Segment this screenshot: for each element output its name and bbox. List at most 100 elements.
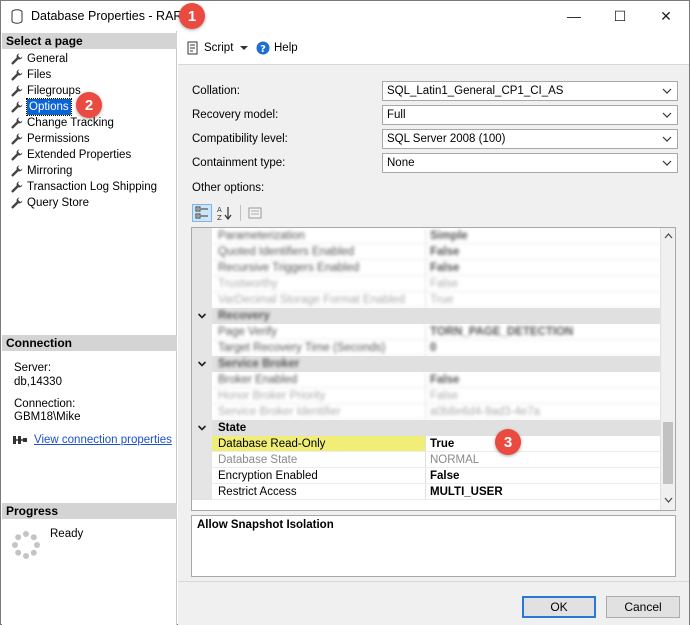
containment-type-select[interactable]: None: [382, 153, 678, 173]
page-item-transaction-log-shipping[interactable]: Transaction Log Shipping: [2, 179, 177, 195]
script-button[interactable]: Script: [186, 41, 249, 55]
grid-property-name: Broker Enabled: [212, 372, 426, 388]
grid-row-margin: [192, 324, 212, 340]
grid-property-row[interactable]: Restrict Access MULTI_USER: [192, 484, 661, 500]
view-connection-properties-link[interactable]: View connection properties: [34, 434, 172, 446]
scroll-down-icon[interactable]: [662, 494, 675, 506]
property-pages-icon: [248, 207, 262, 219]
grid-property-value[interactable]: False: [426, 244, 661, 260]
grid-property-row[interactable]: Broker Enabled False: [192, 372, 661, 388]
property-description: Allow Snapshot Isolation: [191, 515, 676, 577]
grid-property-row[interactable]: Recursive Triggers Enabled False: [192, 260, 661, 276]
page-item-label: Change Tracking: [27, 117, 114, 129]
title-bar[interactable]: Database Properties - RAR — ☐ ✕: [1, 1, 689, 31]
grid-category-row[interactable]: Recovery: [192, 308, 661, 324]
grid-property-name: Database Read-Only: [212, 436, 426, 452]
grid-property-value[interactable]: TORN_PAGE_DETECTION: [426, 324, 661, 340]
grid-property-row[interactable]: Quoted Identifiers Enabled False: [192, 244, 661, 260]
property-grid[interactable]: Parameterization Simple Quoted Identifiers…: [191, 227, 676, 511]
grid-row-margin: [192, 308, 212, 324]
grid-property-value[interactable]: False: [426, 388, 661, 404]
page-item-general[interactable]: General: [2, 51, 177, 67]
grid-property-name: Parameterization: [212, 228, 426, 244]
dropdown-arrow-icon[interactable]: [239, 43, 249, 53]
wrench-icon: [11, 53, 23, 65]
containment-label: Containment type:: [192, 157, 286, 169]
vertical-scrollbar[interactable]: [660, 228, 675, 510]
ok-button[interactable]: OK: [522, 596, 596, 618]
grid-category-row[interactable]: State: [192, 420, 661, 436]
page-item-files[interactable]: Files: [2, 67, 177, 83]
minimize-button[interactable]: —: [551, 1, 597, 31]
chevron-down-icon: [662, 136, 672, 142]
sort-alpha-icon: A Z: [217, 206, 232, 221]
database-properties-window: Database Properties - RAR — ☐ ✕ 1 2 3 Se…: [0, 0, 690, 625]
grid-property-row[interactable]: Database State NORMAL: [192, 452, 661, 468]
help-button[interactable]: ? Help: [256, 41, 298, 55]
grid-property-value[interactable]: False: [426, 372, 661, 388]
chevron-down-icon[interactable]: [197, 311, 207, 321]
collation-select[interactable]: SQL_Latin1_General_CP1_CI_AS: [382, 81, 678, 101]
connection-label: Connection:: [14, 398, 76, 410]
maximize-icon: ☐: [613, 7, 627, 24]
page-item-permissions[interactable]: Permissions: [2, 131, 177, 147]
grid-property-row[interactable]: Database Read-Only True: [192, 436, 661, 452]
callout-badge-1: 1: [179, 3, 205, 29]
grid-row-margin: [192, 468, 212, 484]
page-item-query-store[interactable]: Query Store: [2, 195, 177, 211]
grid-property-name: Service Broker Identifier: [212, 404, 426, 420]
compatibility-level-select[interactable]: SQL Server 2008 (100): [382, 129, 678, 149]
svg-text:?: ?: [260, 44, 266, 55]
close-button[interactable]: ✕: [643, 1, 689, 31]
recovery-model-select[interactable]: Full: [382, 105, 678, 125]
grid-property-row[interactable]: Service Broker Identifier a0b8e6d4-9ad3-4…: [192, 404, 661, 420]
grid-property-row[interactable]: VarDecimal Storage Format Enabled True: [192, 292, 661, 308]
page-item-mirroring[interactable]: Mirroring: [2, 163, 177, 179]
collation-label: Collation:: [192, 85, 240, 97]
scrollbar-thumb[interactable]: [663, 422, 673, 484]
grid-property-row[interactable]: Honor Broker Priority False: [192, 388, 661, 404]
chevron-down-icon[interactable]: [197, 359, 207, 369]
grid-property-row[interactable]: Target Recovery Time (Seconds) 0: [192, 340, 661, 356]
grid-property-value[interactable]: True: [426, 292, 661, 308]
grid-property-value[interactable]: False: [426, 468, 661, 484]
grid-property-value[interactable]: MULTI_USER: [426, 484, 661, 500]
grid-property-value[interactable]: NORMAL: [426, 452, 661, 468]
containment-value: None: [387, 157, 415, 169]
grid-property-value[interactable]: True: [426, 436, 661, 452]
categorized-button[interactable]: [192, 204, 212, 222]
alphabetical-button[interactable]: A Z: [214, 204, 234, 222]
grid-property-value[interactable]: a0b8e6d4-9ad3-4e7a: [426, 404, 661, 420]
database-icon: [11, 9, 23, 24]
page-item-label: Files: [27, 69, 52, 81]
wrench-icon: [11, 101, 23, 113]
grid-property-row[interactable]: Trustworthy False: [192, 276, 661, 292]
connection-header: Connection: [2, 335, 177, 351]
grid-property-value[interactable]: False: [426, 276, 661, 292]
chevron-down-icon[interactable]: [197, 423, 207, 433]
grid-category-name: State: [218, 422, 247, 434]
server-label: Server:: [14, 362, 52, 374]
grid-property-value[interactable]: Simple: [426, 228, 661, 244]
grid-property-value[interactable]: False: [426, 260, 661, 276]
page-item-label: Mirroring: [27, 165, 73, 177]
page-item-extended-properties[interactable]: Extended Properties: [2, 147, 177, 163]
scroll-up-icon[interactable]: [662, 230, 675, 242]
grid-property-value[interactable]: 0: [426, 340, 661, 356]
cancel-button[interactable]: Cancel: [606, 596, 680, 618]
recovery-row: Recovery model: Full: [192, 105, 682, 127]
collation-value: SQL_Latin1_General_CP1_CI_AS: [387, 85, 564, 97]
property-pages-button[interactable]: [245, 204, 265, 222]
select-page-header: Select a page: [2, 33, 177, 49]
grid-property-row[interactable]: Parameterization Simple: [192, 228, 661, 244]
wrench-icon: [11, 181, 23, 193]
containment-row: Containment type: None: [192, 153, 682, 175]
maximize-button[interactable]: ☐: [597, 1, 643, 31]
grid-property-row[interactable]: Encryption Enabled False: [192, 468, 661, 484]
script-label: Script: [204, 42, 234, 54]
page-item-label: Permissions: [27, 133, 90, 145]
callout-badge-2: 2: [76, 92, 102, 118]
grid-property-row[interactable]: Page Verify TORN_PAGE_DETECTION: [192, 324, 661, 340]
grid-property-name: Encryption Enabled: [212, 468, 426, 484]
grid-category-row[interactable]: Service Broker: [192, 356, 661, 372]
